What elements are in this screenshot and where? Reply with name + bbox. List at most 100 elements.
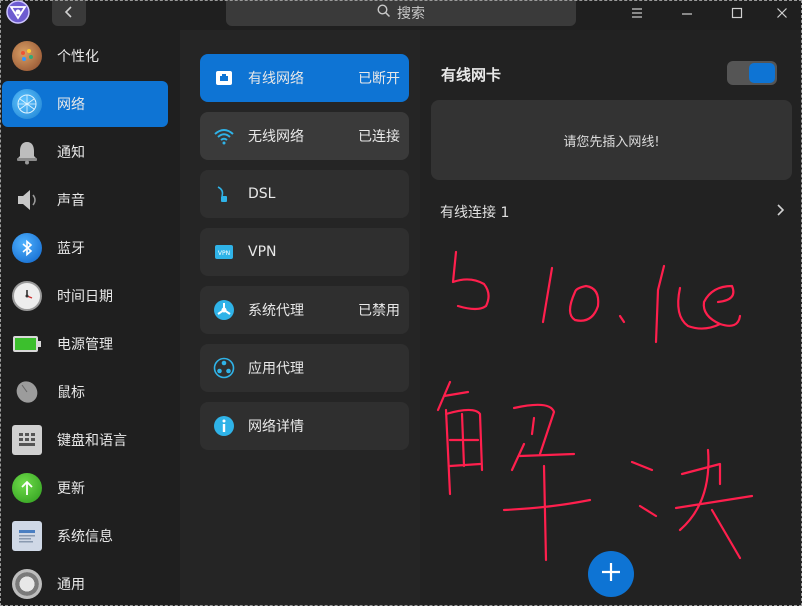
sidebar-item-label: 声音 (57, 193, 85, 209)
wired-connection-row[interactable]: 有线连接 1 (440, 200, 786, 224)
plus-icon (600, 561, 622, 587)
sidebar-item-label: 蓝牙 (57, 241, 85, 257)
menu-item-label: 网络详情 (248, 419, 304, 435)
handwriting-stroke (451, 250, 490, 311)
handwriting-stroke (512, 403, 556, 456)
menu-item-label: VPN (248, 244, 277, 260)
mouse-icon (12, 377, 42, 407)
sidebar-item-mouse[interactable]: 鼠标 (2, 369, 168, 415)
sidebar-item-label: 电源管理 (57, 337, 113, 353)
network-globe-icon (12, 89, 42, 119)
menu-item-vpn[interactable]: VPN VPN (200, 228, 409, 276)
app-proxy-icon (213, 357, 235, 379)
sidebar-item-system-info[interactable]: 系统信息 (2, 513, 168, 559)
menu-item-status: 已断开 (358, 71, 400, 87)
sidebar-item-label: 网络 (57, 97, 85, 113)
sidebar-item-notifications[interactable]: 通知 (2, 129, 168, 175)
update-arrow-icon (12, 473, 42, 503)
minimize-button[interactable] (667, 0, 707, 26)
handwriting-stroke (436, 380, 470, 412)
system-info-icon (12, 521, 42, 551)
close-icon (776, 4, 788, 23)
handwriting-stroke (541, 266, 554, 324)
sidebar-item-label: 更新 (57, 481, 85, 497)
handwriting-stroke (630, 460, 658, 518)
handwriting-stroke (618, 314, 626, 324)
plug-in-cable-notice: 请您先插入网线! (431, 100, 792, 180)
back-button[interactable] (52, 0, 86, 26)
menu-item-system-proxy[interactable]: 系统代理 已禁用 (200, 286, 409, 334)
menu-item-app-proxy[interactable]: 应用代理 (200, 344, 409, 392)
sidebar-item-network[interactable]: 网络 (2, 81, 168, 127)
sidebar-item-general[interactable]: 通用 (2, 561, 168, 606)
svg-text:VPN: VPN (218, 250, 230, 257)
minimize-icon (681, 4, 693, 23)
menu-item-label: 无线网络 (248, 129, 304, 145)
search-placeholder: 搜索 (397, 6, 425, 22)
notice-text: 请您先插入网线! (563, 134, 660, 150)
connection-label: 有线连接 1 (440, 205, 510, 221)
add-connection-button[interactable] (588, 551, 634, 597)
menu-item-label: 系统代理 (248, 303, 304, 319)
page-title: 有线网卡 (441, 66, 502, 84)
handwriting-stroke (568, 284, 600, 322)
palette-icon (12, 41, 42, 71)
title-bar: 搜索 (0, 0, 802, 30)
dsl-icon (213, 183, 235, 205)
sidebar-item-update[interactable]: 更新 (2, 465, 168, 511)
menu-item-wireless-network[interactable]: 无线网络 已连接 (200, 112, 409, 160)
sidebar-item-sound[interactable]: 声音 (2, 177, 168, 223)
clock-icon (12, 281, 42, 311)
settings-sidebar: 个性化 网络 通知 声音 蓝牙 时间日期 电源管理 鼠标 键盘和语言 更新 系统… (0, 30, 180, 606)
sidebar-item-label: 通用 (57, 577, 85, 593)
battery-icon (12, 329, 42, 359)
system-proxy-icon (213, 299, 235, 321)
sidebar-item-datetime[interactable]: 时间日期 (2, 273, 168, 319)
sidebar-item-label: 系统信息 (57, 529, 113, 545)
sidebar-item-label: 键盘和语言 (57, 433, 127, 449)
wired-adapter-toggle[interactable] (727, 61, 777, 85)
handwriting-stroke (502, 442, 592, 562)
chevron-right-icon (776, 203, 786, 221)
menu-item-label: 应用代理 (248, 361, 304, 377)
bluetooth-icon (12, 233, 42, 263)
wired-adapter-panel: 有线网卡 请您先插入网线! 有线连接 1 (420, 30, 802, 606)
handwriting-stroke (654, 264, 666, 344)
maximize-button[interactable] (717, 0, 757, 26)
sidebar-item-power[interactable]: 电源管理 (2, 321, 168, 367)
speaker-icon (12, 185, 42, 215)
sidebar-item-keyboard[interactable]: 键盘和语言 (2, 417, 168, 463)
maximize-icon (731, 4, 743, 23)
search-icon (377, 4, 391, 22)
menu-button[interactable] (617, 0, 657, 26)
handwriting-stroke (674, 448, 754, 560)
menu-item-status: 已禁用 (358, 303, 400, 319)
menu-item-wired-network[interactable]: 有线网络 已断开 (200, 54, 409, 102)
app-logo-icon (4, 0, 32, 26)
menu-item-status: 已连接 (358, 129, 400, 145)
hamburger-menu-icon (631, 4, 643, 23)
menu-item-label: 有线网络 (248, 71, 304, 87)
handwriting-stroke (718, 314, 742, 327)
chevron-left-icon (63, 4, 75, 23)
sidebar-item-label: 时间日期 (57, 289, 113, 305)
handwriting-stroke (677, 284, 735, 330)
search-input[interactable]: 搜索 (226, 0, 576, 26)
toggle-knob (749, 63, 775, 83)
sidebar-item-label: 鼠标 (57, 385, 85, 401)
close-button[interactable] (762, 0, 802, 26)
menu-item-label: DSL (248, 186, 276, 202)
menu-item-network-details[interactable]: 网络详情 (200, 402, 409, 450)
sidebar-item-personalization[interactable]: 个性化 (2, 33, 168, 79)
keyboard-icon (12, 425, 42, 455)
wifi-icon (213, 125, 235, 147)
sidebar-item-bluetooth[interactable]: 蓝牙 (2, 225, 168, 271)
gear-icon (12, 569, 42, 599)
sidebar-item-label: 个性化 (57, 49, 99, 65)
menu-item-dsl[interactable]: DSL (200, 170, 409, 218)
wired-network-icon (213, 67, 235, 89)
bell-icon (12, 137, 42, 167)
info-icon (213, 415, 235, 437)
handwriting-stroke (444, 408, 484, 496)
vpn-icon: VPN (213, 241, 235, 263)
